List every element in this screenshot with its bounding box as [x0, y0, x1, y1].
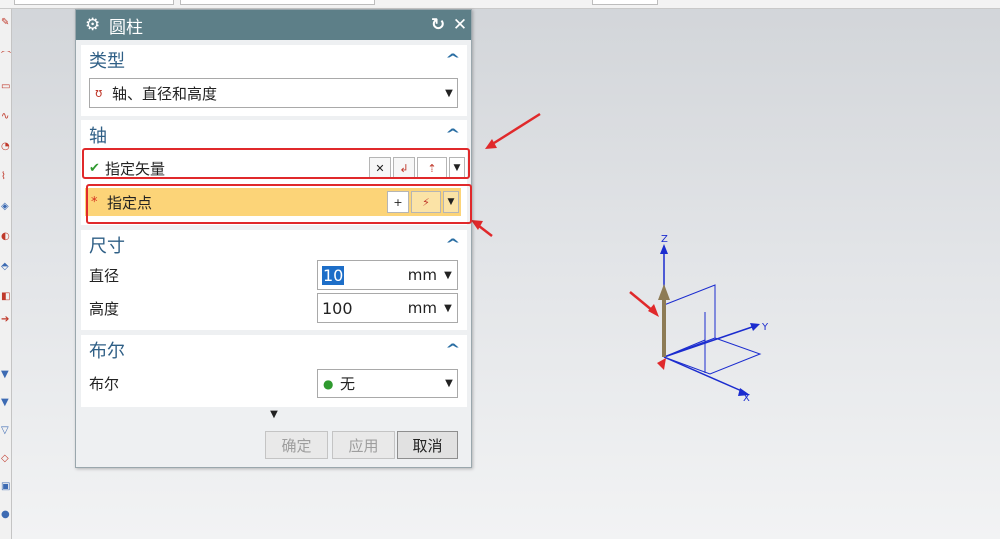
sketch-icon[interactable]: ✎ — [1, 17, 11, 28]
box-icon[interactable]: ▣ — [1, 481, 11, 492]
toolbar-combo-1[interactable] — [14, 0, 174, 5]
annotation-arrow-viewport-head — [648, 304, 659, 317]
diameter-field[interactable]: 10 mm ▼ — [317, 260, 458, 290]
boolean-select-value: 无 — [340, 375, 356, 393]
gear-icon[interactable]: ⚙ — [85, 15, 105, 35]
collapse-icon[interactable]: ^ — [446, 127, 461, 143]
type-section: 类型 ^ ʊ 轴、直径和高度 ▼ — [81, 45, 467, 116]
dialog-title: 圆柱 — [109, 17, 143, 38]
top-toolbar — [0, 0, 1000, 9]
type-select-value: 轴、直径和高度 — [112, 84, 218, 103]
annotation-arrow-2 — [478, 225, 493, 237]
cancel-button[interactable]: 取消 — [397, 431, 458, 459]
axis-section-header[interactable]: 轴 ^ — [81, 120, 467, 149]
draft-icon[interactable]: ▼ — [1, 369, 11, 380]
diameter-value[interactable]: 10 — [318, 265, 400, 285]
type-section-title: 类型 — [89, 50, 125, 72]
dimension-section-title: 尺寸 — [89, 235, 125, 257]
arc-icon[interactable]: ⌒ — [1, 51, 11, 62]
chevron-down-icon[interactable]: ▼ — [439, 270, 457, 281]
axis-section-title: 轴 — [89, 125, 107, 147]
toolbar-combo-3[interactable] — [592, 0, 658, 5]
viewport-csys: Z Y X — [629, 234, 769, 404]
boolean-section-header[interactable]: 布尔 ^ — [81, 335, 467, 364]
dimension-section: 尺寸 ^ 直径 10 mm ▼ 高度 100 mm ▼ — [81, 230, 467, 330]
offset-icon[interactable]: ◧ — [1, 291, 11, 302]
height-value[interactable]: 100 — [318, 299, 400, 318]
origin-marker[interactable] — [657, 358, 666, 370]
annotation-arrow-viewport — [629, 291, 654, 312]
height-label: 高度 — [89, 299, 120, 318]
type-select[interactable]: ʊ 轴、直径和高度 ▼ — [89, 78, 458, 108]
cylinder-dialog: ⚙ 圆柱 ↻ ✕ 类型 ^ ʊ 轴、直径和高度 ▼ 轴 ^ ✔ 指定矢量 ✕ ↲… — [75, 9, 472, 468]
boolean-select[interactable]: ● 无 ▼ — [317, 369, 458, 398]
blend-icon[interactable]: ◇ — [1, 453, 11, 464]
close-icon[interactable]: ✕ — [449, 15, 471, 35]
curve-icon[interactable]: ∿ — [1, 111, 11, 122]
diameter-unit: mm — [407, 266, 437, 284]
collapse-icon[interactable]: ^ — [446, 52, 461, 68]
height-field[interactable]: 100 mm ▼ — [317, 293, 458, 323]
collapse-icon[interactable]: ^ — [446, 342, 461, 358]
rectangle-icon[interactable]: ▭ — [1, 81, 11, 92]
annotation-arrows — [471, 112, 541, 237]
chevron-down-icon[interactable]: ▼ — [439, 303, 457, 314]
dialog-title-bar[interactable]: ⚙ 圆柱 ↻ ✕ — [76, 10, 471, 40]
y-axis — [663, 325, 756, 358]
more-options-expander[interactable]: ▼ — [81, 408, 467, 422]
ok-button[interactable]: 确定 — [265, 431, 328, 459]
collapse-icon[interactable]: ^ — [446, 237, 461, 253]
type-section-header[interactable]: 类型 ^ — [81, 45, 467, 74]
vector-arrow-head[interactable] — [658, 284, 670, 300]
boolean-section-title: 布尔 — [89, 340, 125, 362]
chevron-down-icon[interactable]: ▼ — [441, 88, 457, 99]
reset-icon[interactable]: ↻ — [427, 15, 449, 35]
y-axis-label: Y — [761, 322, 769, 333]
annotation-box-point — [86, 184, 472, 224]
diameter-label: 直径 — [89, 266, 120, 285]
left-toolbar: ✎ ⌒ ▭ ∿ ◔ ⌇ ◈ ◐ ⬘ ◧ ➔ ▼ ▼ ▽ ◇ ▣ ● — [0, 9, 12, 539]
dimension-section-header[interactable]: 尺寸 ^ — [81, 230, 467, 259]
sphere-icon[interactable]: ● — [1, 509, 11, 520]
annotation-box-vector — [82, 148, 470, 179]
boolean-none-icon: ● — [323, 376, 334, 391]
boolean-label: 布尔 — [89, 374, 120, 393]
spline-icon[interactable]: ⌇ — [1, 171, 11, 182]
apply-button[interactable]: 应用 — [332, 431, 395, 459]
height-unit: mm — [407, 299, 437, 317]
chevron-down-icon[interactable]: ▼ — [441, 378, 457, 389]
toolbar-combo-2[interactable] — [180, 0, 375, 5]
revolve-icon[interactable]: ◐ — [1, 231, 11, 242]
annotation-arrow-1 — [493, 112, 541, 145]
z-axis-arrow — [660, 244, 668, 254]
x-axis — [663, 356, 745, 393]
shell-icon[interactable]: ▽ — [1, 425, 11, 436]
move-icon[interactable]: ⬘ — [1, 261, 11, 272]
annotation-arrow-1-head — [485, 139, 497, 149]
boolean-section: 布尔 ^ 布尔 ● 无 ▼ — [81, 335, 467, 407]
extrude-icon[interactable]: ◈ — [1, 201, 11, 212]
y-axis-arrow — [750, 323, 760, 331]
x-axis-label: X — [743, 393, 750, 404]
taper-icon[interactable]: ▼ — [1, 397, 11, 408]
cylinder-type-icon: ʊ — [95, 86, 103, 100]
circle-icon[interactable]: ◔ — [1, 141, 11, 152]
z-axis-label: Z — [661, 234, 668, 245]
trim-icon[interactable]: ➔ — [1, 314, 11, 325]
